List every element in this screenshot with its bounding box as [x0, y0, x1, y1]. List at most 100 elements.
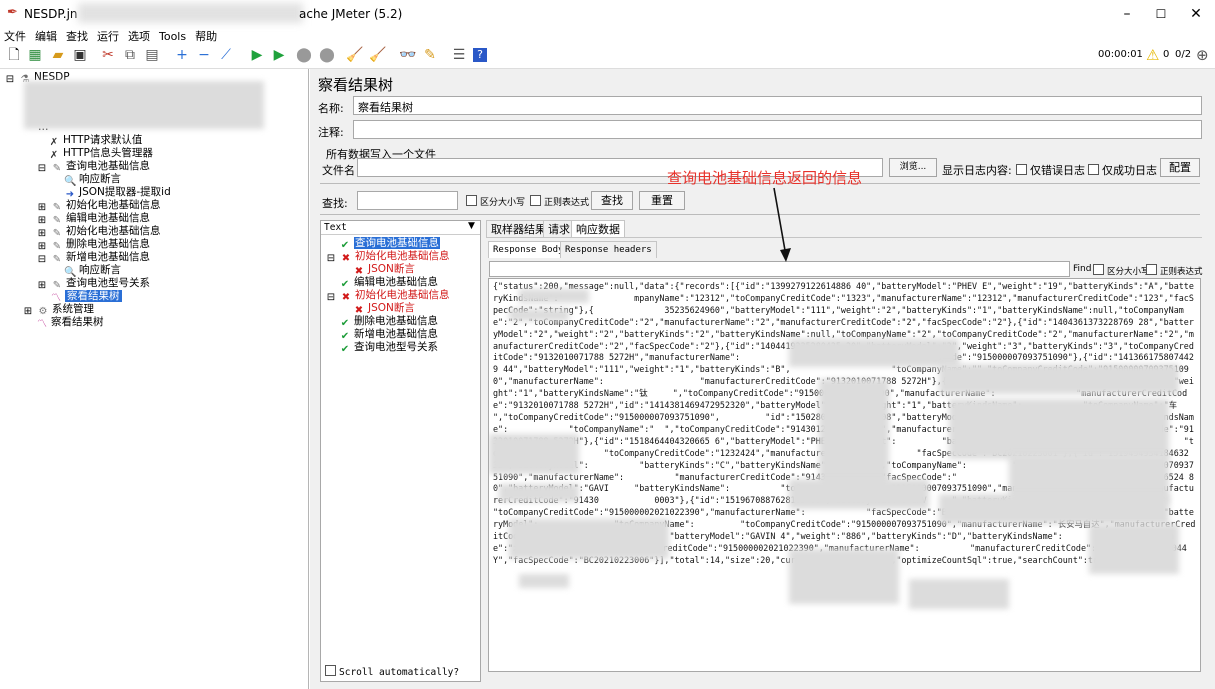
checkbox-box[interactable]: [1088, 164, 1099, 175]
name-input[interactable]: 察看结果树: [353, 96, 1202, 115]
scroll-auto-checkbox[interactable]: Scroll automatically?: [325, 665, 459, 678]
comment-input[interactable]: [353, 120, 1202, 139]
menu-help[interactable]: 帮助: [195, 30, 217, 43]
tree-item-system-mgmt[interactable]: ⊞ ⚙ 系统管理: [22, 303, 94, 318]
tab-response-data[interactable]: 响应数据: [571, 220, 625, 237]
collapse-node-icon[interactable]: ⊟: [325, 292, 337, 304]
checkbox-box[interactable]: [466, 195, 477, 206]
tree-item-add-battery[interactable]: ⊟ ✎ 新增电池基础信息: [36, 251, 150, 266]
redaction-blur: [509, 519, 669, 559]
expand-node-icon[interactable]: ⊞: [36, 280, 48, 292]
checkbox-box[interactable]: [1093, 264, 1104, 275]
close-button[interactable]: ✕: [1181, 4, 1211, 24]
menu-search[interactable]: 查找: [66, 30, 88, 43]
config-button[interactable]: 配置: [1160, 158, 1200, 177]
stop-icon[interactable]: ⬤: [295, 46, 313, 64]
redaction-blur: [509, 309, 569, 321]
name-label: 名称:: [318, 102, 344, 115]
collapse-node-icon[interactable]: ⊟: [4, 74, 16, 86]
result-item[interactable]: ✔ 编辑电池基础信息: [339, 276, 438, 290]
collapse-node-icon[interactable]: ⊟: [36, 254, 48, 266]
checkbox-box[interactable]: [530, 195, 541, 206]
menu-edit[interactable]: 编辑: [35, 30, 57, 43]
expand-node-icon[interactable]: ⊞: [22, 306, 34, 318]
menu-tools[interactable]: Tools: [159, 30, 186, 43]
reset-search-icon[interactable]: ✎: [421, 46, 439, 64]
tree-item-init-battery-2[interactable]: ⊞ ✎ 初始化电池基础信息: [36, 225, 161, 239]
tree-item-view-results-selected[interactable]: 〽察看结果树: [50, 290, 122, 304]
body-regex-checkbox[interactable]: 正则表达式: [1146, 264, 1203, 277]
tree-item-response-assertion[interactable]: 🔍 响应断言: [64, 173, 121, 187]
result-item[interactable]: ✔ 查询电池基础信息: [339, 237, 440, 251]
collapse-node-icon[interactable]: ⊟: [325, 253, 337, 265]
reset-button[interactable]: 重置: [639, 191, 685, 210]
help-icon[interactable]: ?: [473, 48, 487, 62]
search-binoculars-icon[interactable]: 👓: [399, 46, 417, 64]
toggle-icon[interactable]: ⟋: [217, 46, 235, 64]
warning-icon[interactable]: ⚠: [1146, 46, 1159, 64]
result-item[interactable]: ✔ 查询电池型号关系: [339, 341, 438, 355]
tree-item-query-battery[interactable]: ⊟ ✎ 查询电池基础信息: [36, 160, 150, 175]
paste-icon[interactable]: ▤: [143, 46, 161, 64]
tree-item-json-extractor[interactable]: ➜ JSON提取器-提取id: [64, 186, 171, 200]
result-item[interactable]: ✔ 新增电池基础信息: [339, 328, 438, 342]
menu-file[interactable]: 文件: [4, 30, 26, 43]
title-bar: ✒ NESDP.jn ache JMeter (5.2) – ☐ ✕: [0, 0, 1215, 28]
collapse-node-icon[interactable]: ⊟: [36, 163, 48, 175]
splitter-divider-2[interactable]: [320, 214, 1200, 215]
cut-icon[interactable]: ✂: [99, 46, 117, 64]
clear-all-icon[interactable]: 🧹: [369, 46, 387, 64]
checkbox-box[interactable]: [1146, 264, 1157, 275]
open-icon[interactable]: ▰: [49, 46, 67, 64]
result-item[interactable]: ⊟ ✖ 初始化电池基础信息: [325, 250, 450, 265]
tab-sampler-result[interactable]: 取样器结果: [486, 220, 551, 237]
tree-item-header-manager[interactable]: ✗ HTTP信息头管理器: [48, 147, 153, 161]
regex-checkbox[interactable]: 正则表达式: [530, 195, 589, 208]
tree-item-delete-battery[interactable]: ⊞ ✎ 删除电池基础信息: [36, 238, 150, 252]
clear-icon[interactable]: 🧹: [346, 46, 364, 64]
search-input[interactable]: [357, 191, 458, 210]
response-body-text[interactable]: {"status":200,"message":null,"data":{"re…: [488, 278, 1201, 672]
templates-icon[interactable]: ▦: [26, 46, 44, 64]
checkbox-box[interactable]: [1016, 164, 1027, 175]
function-helper-icon[interactable]: ☰: [450, 46, 468, 64]
copy-icon[interactable]: ⧉: [121, 46, 139, 64]
expand-icon[interactable]: +: [173, 46, 191, 64]
browse-button[interactable]: 浏览...: [889, 158, 937, 177]
result-item[interactable]: ✖ JSON断言: [353, 263, 415, 277]
result-item[interactable]: ✔ 删除电池基础信息: [339, 315, 438, 329]
shutdown-icon[interactable]: ⬤: [318, 46, 336, 64]
renderer-select[interactable]: Text ▼: [321, 221, 480, 235]
checkbox-box[interactable]: [325, 665, 336, 676]
tree-item-response-assertion-2[interactable]: 🔍 响应断言: [64, 264, 121, 278]
tree-item-battery-model[interactable]: ⊞ ✎ 查询电池型号关系: [36, 277, 150, 292]
save-icon[interactable]: ▣: [71, 46, 89, 64]
chart-icon: 〽: [37, 319, 47, 330]
minimize-button[interactable]: –: [1112, 4, 1142, 24]
only-error-checkbox[interactable]: 仅错误日志: [1016, 162, 1085, 178]
only-success-checkbox[interactable]: 仅成功日志: [1088, 162, 1157, 178]
tree-item-http-defaults[interactable]: ✗ HTTP请求默认值: [48, 134, 143, 148]
result-item[interactable]: ⊟ ✖ 初始化电池基础信息: [325, 289, 450, 304]
find-button[interactable]: 查找: [591, 191, 633, 210]
new-icon[interactable]: 🗋: [5, 46, 23, 64]
maximize-button[interactable]: ☐: [1146, 4, 1176, 24]
tree-partial-item[interactable]: …: [38, 121, 49, 134]
tree-item-edit-battery[interactable]: ⊞ ✎ 编辑电池基础信息: [36, 212, 150, 226]
menu-run[interactable]: 运行: [97, 30, 119, 43]
fail-shield-icon: ✖: [341, 292, 351, 303]
collapse-icon[interactable]: −: [195, 46, 213, 64]
redaction-blur: [519, 289, 589, 303]
subtab-response-body[interactable]: Response Body: [488, 241, 569, 258]
case-sensitive-checkbox[interactable]: 区分大小写: [466, 195, 525, 208]
start-icon[interactable]: ▶: [248, 46, 266, 64]
body-case-checkbox[interactable]: 区分大小写: [1093, 264, 1150, 277]
chevron-down-icon[interactable]: ▼: [468, 221, 475, 231]
tab-divider: [486, 237, 1202, 238]
menu-options[interactable]: 选项: [128, 30, 150, 43]
subtab-response-headers[interactable]: Response headers: [560, 241, 657, 258]
start-no-pause-icon[interactable]: ▶: [270, 46, 288, 64]
tree-item-view-results[interactable]: 〽察看结果树: [36, 316, 104, 330]
tree-item-init-battery[interactable]: ⊞ ✎ 初始化电池基础信息: [36, 199, 161, 213]
result-item[interactable]: ✖ JSON断言: [353, 302, 415, 316]
